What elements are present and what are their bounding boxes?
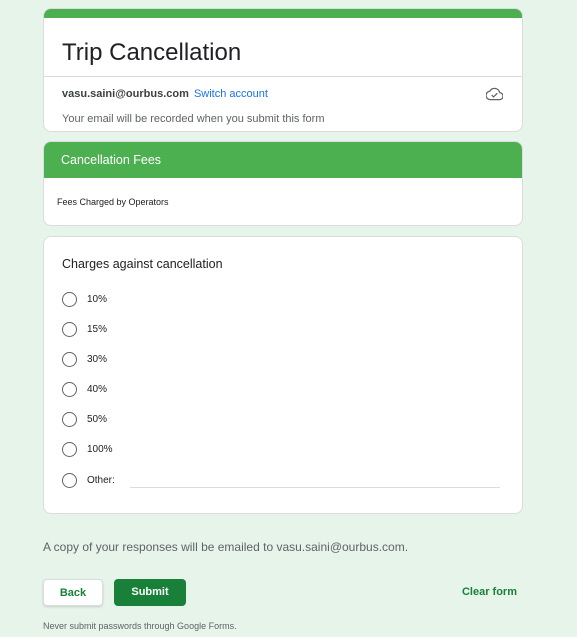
radio-icon[interactable] [62,291,77,307]
option-100[interactable]: 100% [62,441,113,457]
radio-icon[interactable] [62,441,77,457]
section-card: Cancellation Fees Fees Charged by Operat… [43,141,523,226]
radio-icon[interactable] [62,472,77,488]
account-email: vasu.saini@ourbus.com [62,88,189,100]
email-record-notice: Your email will be recorded when you sub… [62,113,325,125]
option-other[interactable]: Other: [62,472,115,488]
cloud-check-icon [486,87,503,101]
option-label: 15% [87,323,108,335]
option-40[interactable]: 40% [62,381,107,397]
clear-form-button[interactable]: Clear form [462,579,517,606]
question-card: Charges against cancellation 10% 15% 30%… [43,236,523,514]
password-warning: Never submit passwords through Google Fo… [43,621,237,631]
radio-icon[interactable] [62,321,77,337]
option-label: 100% [87,443,113,455]
switch-account-link[interactable]: Switch account [194,88,268,100]
option-30[interactable]: 30% [62,351,107,367]
radio-icon[interactable] [62,411,77,427]
question-title: Charges against cancellation [62,257,223,271]
option-label: 50% [87,413,108,425]
section-description: Fees Charged by Operators [57,197,169,207]
option-label: 10% [87,293,108,305]
other-text-input[interactable] [130,487,500,488]
copy-responses-note: A copy of your responses will be emailed… [43,540,409,554]
option-label: 40% [87,383,108,395]
title-accent-bar [44,9,522,18]
option-label: Other: [87,474,115,486]
account-row: vasu.saini@ourbus.com Switch account [44,77,522,113]
back-button[interactable]: Back [43,579,103,606]
option-15[interactable]: 15% [62,321,107,337]
option-10[interactable]: 10% [62,291,107,307]
option-50[interactable]: 50% [62,411,107,427]
form-title: Trip Cancellation [44,18,522,77]
submit-button[interactable]: Submit [114,579,186,606]
radio-icon[interactable] [62,381,77,397]
option-label: 30% [87,353,108,365]
form-title-card: Trip Cancellation vasu.saini@ourbus.com … [43,8,523,132]
section-title: Cancellation Fees [44,142,522,178]
radio-icon[interactable] [62,351,77,367]
